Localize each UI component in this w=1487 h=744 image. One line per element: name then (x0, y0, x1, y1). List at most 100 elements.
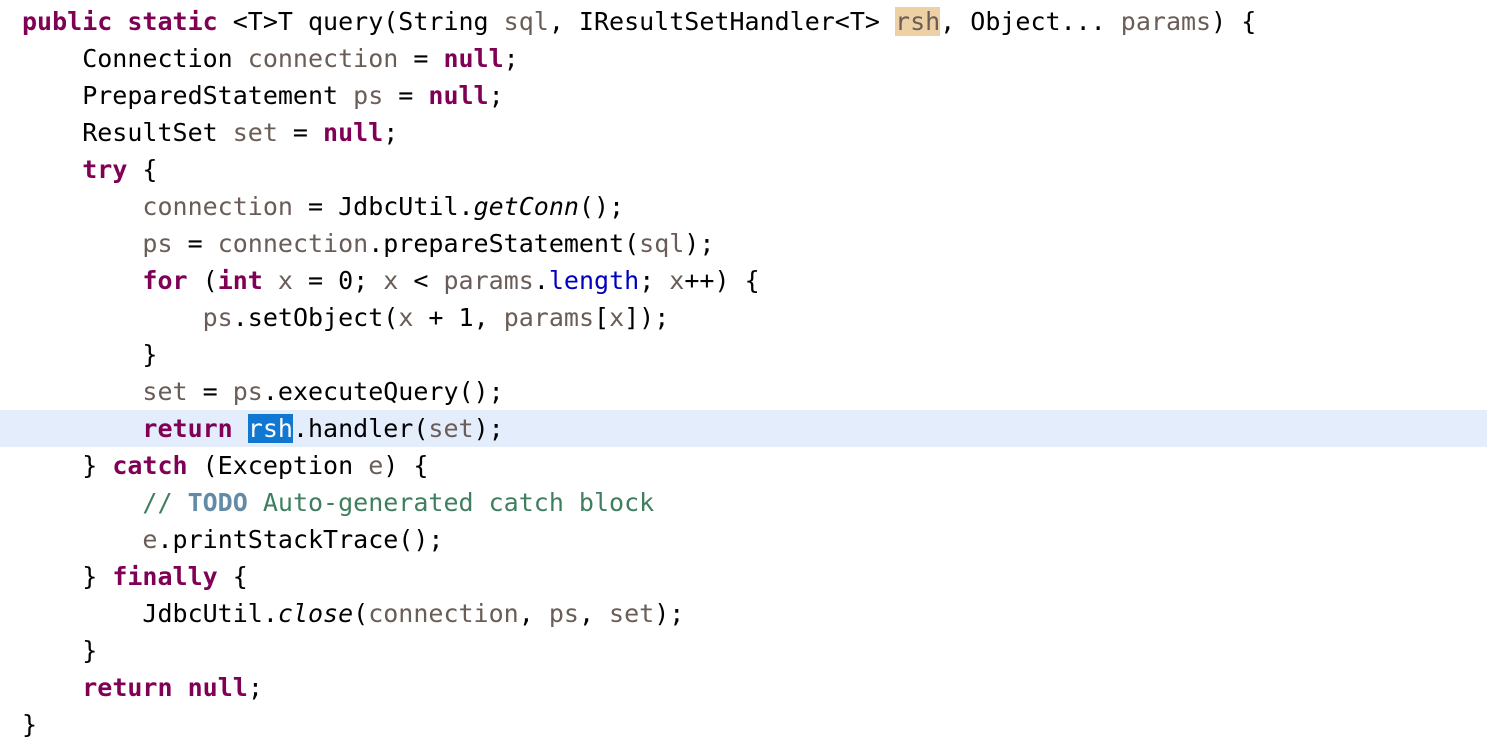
code-line[interactable]: e.printStackTrace(); (0, 521, 1487, 558)
code-line[interactable]: // TODO Auto-generated catch block (0, 484, 1487, 521)
code-token: params (1120, 7, 1212, 36)
code-token: catch (112, 451, 188, 480)
code-line[interactable]: Connection connection = null; (0, 40, 1487, 77)
code-token: ); (473, 414, 504, 443)
code-token: static (127, 7, 218, 36)
code-token: ) { (1211, 7, 1257, 36)
code-line[interactable]: set = ps.executeQuery(); (0, 373, 1487, 410)
code-token: ( (187, 266, 218, 295)
code-line[interactable]: return null; (0, 669, 1487, 706)
code-token: null (443, 44, 504, 73)
code-token: ; (488, 81, 504, 110)
code-token: } (22, 451, 113, 480)
code-line[interactable]: } (0, 336, 1487, 373)
code-token: = (398, 44, 444, 73)
code-token: = (172, 229, 218, 258)
code-token: ++) { (684, 266, 760, 295)
code-token: ; (503, 44, 519, 73)
code-token: .executeQuery(); (262, 377, 504, 406)
code-token: return (142, 414, 233, 443)
code-line[interactable]: return rsh.handler(set); (0, 410, 1487, 447)
code-token: null (323, 118, 384, 147)
code-token: ps (202, 303, 233, 332)
code-line[interactable]: } catch (Exception e) { (0, 447, 1487, 484)
code-token: TODO (187, 488, 248, 517)
code-token: null (428, 81, 489, 110)
code-token: set (142, 377, 188, 406)
code-token: x (383, 266, 399, 295)
code-token: } (22, 562, 113, 591)
code-line[interactable]: public static <T>T query(String sql, IRe… (0, 3, 1487, 40)
code-token: < (398, 266, 444, 295)
code-token: .printStackTrace(); (157, 525, 444, 554)
code-token: sql (503, 7, 549, 36)
code-token: ); (684, 229, 715, 258)
code-token: } (22, 710, 38, 739)
code-token: x (398, 303, 414, 332)
code-token: ]); (624, 303, 670, 332)
code-line[interactable]: ps = connection.prepareStatement(sql); (0, 225, 1487, 262)
code-token: set (428, 414, 474, 443)
code-token: JdbcUtil. (22, 599, 278, 628)
code-token: ps (232, 377, 263, 406)
code-token: e (142, 525, 158, 554)
code-token: connection (247, 44, 399, 73)
code-token: [ (594, 303, 610, 332)
code-token: ; (639, 266, 670, 295)
code-token: // (142, 488, 188, 517)
code-token: (); (578, 192, 625, 221)
code-token: ps (548, 599, 579, 628)
code-token: ( (353, 599, 369, 628)
code-token: (Exception (187, 451, 369, 480)
code-line[interactable]: PreparedStatement ps = null; (0, 77, 1487, 114)
code-editor-surface[interactable]: public static <T>T query(String sql, IRe… (0, 0, 1487, 744)
code-token: int (217, 266, 263, 295)
code-line[interactable]: for (int x = 0; x < params.length; x++) … (0, 262, 1487, 299)
code-token: Connection (22, 44, 248, 73)
code-line[interactable]: } (0, 632, 1487, 669)
code-token: , IResultSetHandler<T> (548, 7, 896, 36)
code-token: , (578, 599, 610, 628)
code-line[interactable]: connection = JdbcUtil.getConn(); (0, 188, 1487, 225)
code-token: Auto-generated catch block (247, 488, 655, 517)
code-token: ; (383, 118, 399, 147)
code-token: . (533, 266, 549, 295)
code-token: , Object... (940, 7, 1121, 36)
code-token: = 0; (292, 266, 384, 295)
code-token: connection (142, 192, 293, 221)
code-token: params (443, 266, 534, 295)
code-line[interactable]: ps.setObject(x + 1, params[x]); (0, 299, 1487, 336)
code-token: } (22, 636, 98, 665)
code-line[interactable]: ResultSet set = null; (0, 114, 1487, 151)
code-text-area[interactable]: public static <T>T query(String sql, IRe… (0, 3, 1487, 743)
code-token: ps (353, 81, 384, 110)
code-token: connection (368, 599, 519, 628)
code-line[interactable]: } finally { (0, 558, 1487, 595)
code-token: + 1, (413, 303, 504, 332)
code-token: = (277, 118, 324, 147)
code-token: getConn (473, 192, 579, 221)
code-token: = (187, 377, 233, 406)
code-token: close (277, 599, 354, 628)
code-token: null (187, 673, 248, 702)
code-token: , (518, 599, 549, 628)
code-line[interactable]: try { (0, 151, 1487, 188)
code-line[interactable]: JdbcUtil.close(connection, ps, set); (0, 595, 1487, 632)
code-token: sql (639, 229, 685, 258)
code-token: } (22, 340, 158, 369)
code-token: ); (654, 599, 685, 628)
code-token: ResultSet (22, 118, 233, 147)
code-line[interactable]: } (0, 706, 1487, 743)
